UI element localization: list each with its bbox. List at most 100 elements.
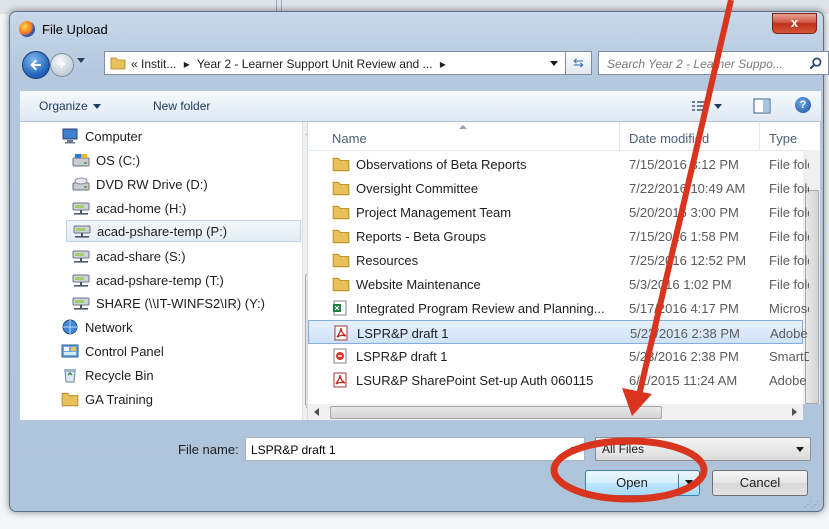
nav-item-label: Computer — [85, 128, 143, 144]
open-label: Open — [616, 475, 648, 490]
title-bar[interactable]: File Upload x — [10, 12, 823, 42]
nav-item[interactable]: acad-pshare-temp (P:) — [66, 220, 301, 242]
breadcrumb-overflow[interactable]: « — [131, 57, 138, 71]
nav-item[interactable]: acad-pshare-temp (T:) — [66, 269, 307, 291]
window-title: File Upload — [42, 22, 108, 37]
file-type: File folder — [769, 253, 809, 268]
breadcrumb-segment[interactable]: Year 2 - Learner Support Unit Review and… — [197, 57, 433, 71]
file-name: LSUR&P SharePoint Set-up Auth 060115 — [356, 373, 594, 388]
scroll-right-arrow[interactable] — [792, 408, 797, 416]
folder-icon — [61, 391, 79, 407]
column-header-type[interactable]: Type — [769, 131, 797, 146]
scroll-thumb[interactable] — [805, 190, 819, 404]
dialog-footer: File name: All Files Open Cancel ⋰⋰ — [20, 422, 821, 512]
nav-item[interactable]: Network — [55, 316, 307, 338]
file-row[interactable]: LSPR&P draft 1 5/23/2016 2:38 PM SmartD — [308, 344, 809, 368]
forward-button[interactable] — [50, 53, 74, 77]
file-row[interactable]: Website Maintenance 5/3/2016 1:02 PM File … — [308, 272, 809, 296]
file-name: Reports - Beta Groups — [356, 229, 487, 244]
refresh-button[interactable]: ⇆ — [566, 51, 592, 75]
scroll-left-arrow[interactable] — [314, 408, 319, 416]
file-row[interactable]: Project Management Team 5/20/2016 3:00 PM… — [308, 200, 809, 224]
network-drive-icon — [72, 200, 90, 216]
nav-item[interactable]: OS (C:) — [66, 149, 307, 171]
back-button[interactable] — [22, 51, 50, 79]
nav-item-label: Recycle Bin — [85, 367, 154, 383]
breadcrumb-separator[interactable]: ▸ — [440, 57, 446, 71]
file-row[interactable]: Reports - Beta Groups 7/15/2016 1:58 PM Fi… — [308, 224, 809, 248]
file-list: Name Date modified Type Observations of … — [308, 122, 820, 404]
scroll-thumb[interactable] — [330, 406, 662, 419]
preview-pane-icon — [753, 98, 771, 114]
breadcrumb-separator[interactable]: ▸ — [184, 57, 190, 71]
file-row[interactable]: LSUR&P SharePoint Set-up Auth 060115 6/1/… — [308, 368, 807, 392]
column-header-name[interactable]: Name — [332, 131, 367, 146]
new-folder-button[interactable]: New folder — [153, 99, 210, 113]
file-name: Oversight Committee — [356, 181, 479, 196]
file-row[interactable]: Observations of Beta Reports 7/15/2016 3:… — [308, 152, 809, 176]
smartdoc-icon — [332, 348, 348, 364]
nav-item[interactable]: SHARE (\\IT-WINFS2\IR) (Y:) — [66, 292, 307, 314]
horizontal-scrollbar[interactable] — [308, 404, 803, 420]
open-options-dropdown[interactable] — [685, 480, 693, 485]
file-row[interactable]: Resources 7/25/2016 12:52 PM File folder — [308, 248, 809, 272]
file-type: Adobe — [769, 373, 807, 388]
nav-item[interactable]: acad-share (S:) — [66, 245, 307, 267]
folder-icon — [332, 276, 350, 292]
file-name: LSPR&P draft 1 — [356, 349, 448, 364]
network-drive-icon — [72, 248, 90, 264]
sort-ascending-icon — [459, 125, 467, 129]
file-type-filter[interactable]: All Files — [595, 437, 811, 461]
command-bar: Organize New folder ? — [20, 91, 821, 122]
excel-icon — [332, 300, 348, 316]
close-button[interactable]: x — [772, 13, 817, 34]
nav-item[interactable]: Recycle Bin — [55, 364, 307, 386]
file-name-combobox[interactable] — [245, 437, 585, 461]
help-button[interactable]: ? — [795, 97, 811, 113]
nav-item-label: OS (C:) — [96, 152, 141, 168]
column-divider[interactable] — [759, 122, 760, 150]
file-name: Integrated Program Review and Planning..… — [356, 301, 605, 316]
column-divider[interactable] — [619, 122, 620, 150]
network-drive-icon — [73, 223, 91, 239]
column-header-date[interactable]: Date modified — [629, 131, 709, 146]
search-input[interactable] — [605, 55, 805, 73]
file-name-input[interactable] — [249, 441, 553, 459]
nav-item[interactable]: DVD RW Drive (D:) — [66, 173, 307, 195]
chevron-down-icon[interactable] — [571, 447, 579, 452]
recent-pages-dropdown[interactable] — [77, 58, 85, 63]
file-row[interactable]: Integrated Program Review and Planning..… — [308, 296, 809, 320]
nav-item[interactable]: acad-home (H:) — [66, 197, 307, 219]
nav-item[interactable]: Computer — [55, 125, 307, 147]
file-date: 5/23/2016 2:38 PM — [630, 326, 740, 341]
file-date: 5/17/2016 4:17 PM — [629, 301, 739, 316]
arrow-left-icon — [30, 59, 41, 71]
nav-item-label: DVD RW Drive (D:) — [96, 176, 208, 192]
resize-grip[interactable]: ⋰⋰ — [804, 500, 819, 509]
address-dropdown[interactable] — [550, 61, 558, 66]
navigation-pane: GA Training Recycle Bin Control Panel Netwo… — [20, 122, 308, 420]
folder-icon — [332, 180, 350, 196]
breadcrumb[interactable]: « Instit... ▸ Year 2 - Learner Support U… — [131, 57, 450, 71]
nav-item[interactable]: Control Panel — [55, 340, 307, 362]
breadcrumb-segment[interactable]: Instit... — [141, 57, 176, 71]
network-drive-icon — [72, 295, 90, 311]
organize-menu[interactable]: Organize — [39, 99, 101, 113]
file-row[interactable]: LSPR&P draft 1 5/23/2016 2:38 PM Adobe — [308, 320, 808, 344]
nav-item[interactable]: GA Training — [55, 388, 307, 410]
preview-pane-button[interactable] — [753, 98, 771, 117]
open-button[interactable]: Open — [585, 470, 700, 496]
file-date: 6/1/2015 11:24 AM — [629, 373, 738, 388]
nav-item-label: acad-share (S:) — [96, 248, 186, 264]
column-headers: Name Date modified Type — [308, 122, 820, 151]
change-view-button[interactable] — [690, 98, 724, 114]
search-box[interactable] — [598, 51, 829, 75]
file-date: 5/20/2016 3:00 PM — [629, 205, 739, 220]
cancel-button[interactable]: Cancel — [712, 470, 808, 496]
file-type: File folder — [769, 277, 809, 292]
file-row[interactable]: Oversight Committee 7/22/2016 10:49 AM Fil… — [308, 176, 809, 200]
split-divider — [678, 474, 679, 492]
file-type: File folder — [769, 205, 809, 220]
address-bar[interactable]: « Instit... ▸ Year 2 - Learner Support U… — [104, 51, 566, 75]
chevron-down-icon — [796, 447, 804, 452]
